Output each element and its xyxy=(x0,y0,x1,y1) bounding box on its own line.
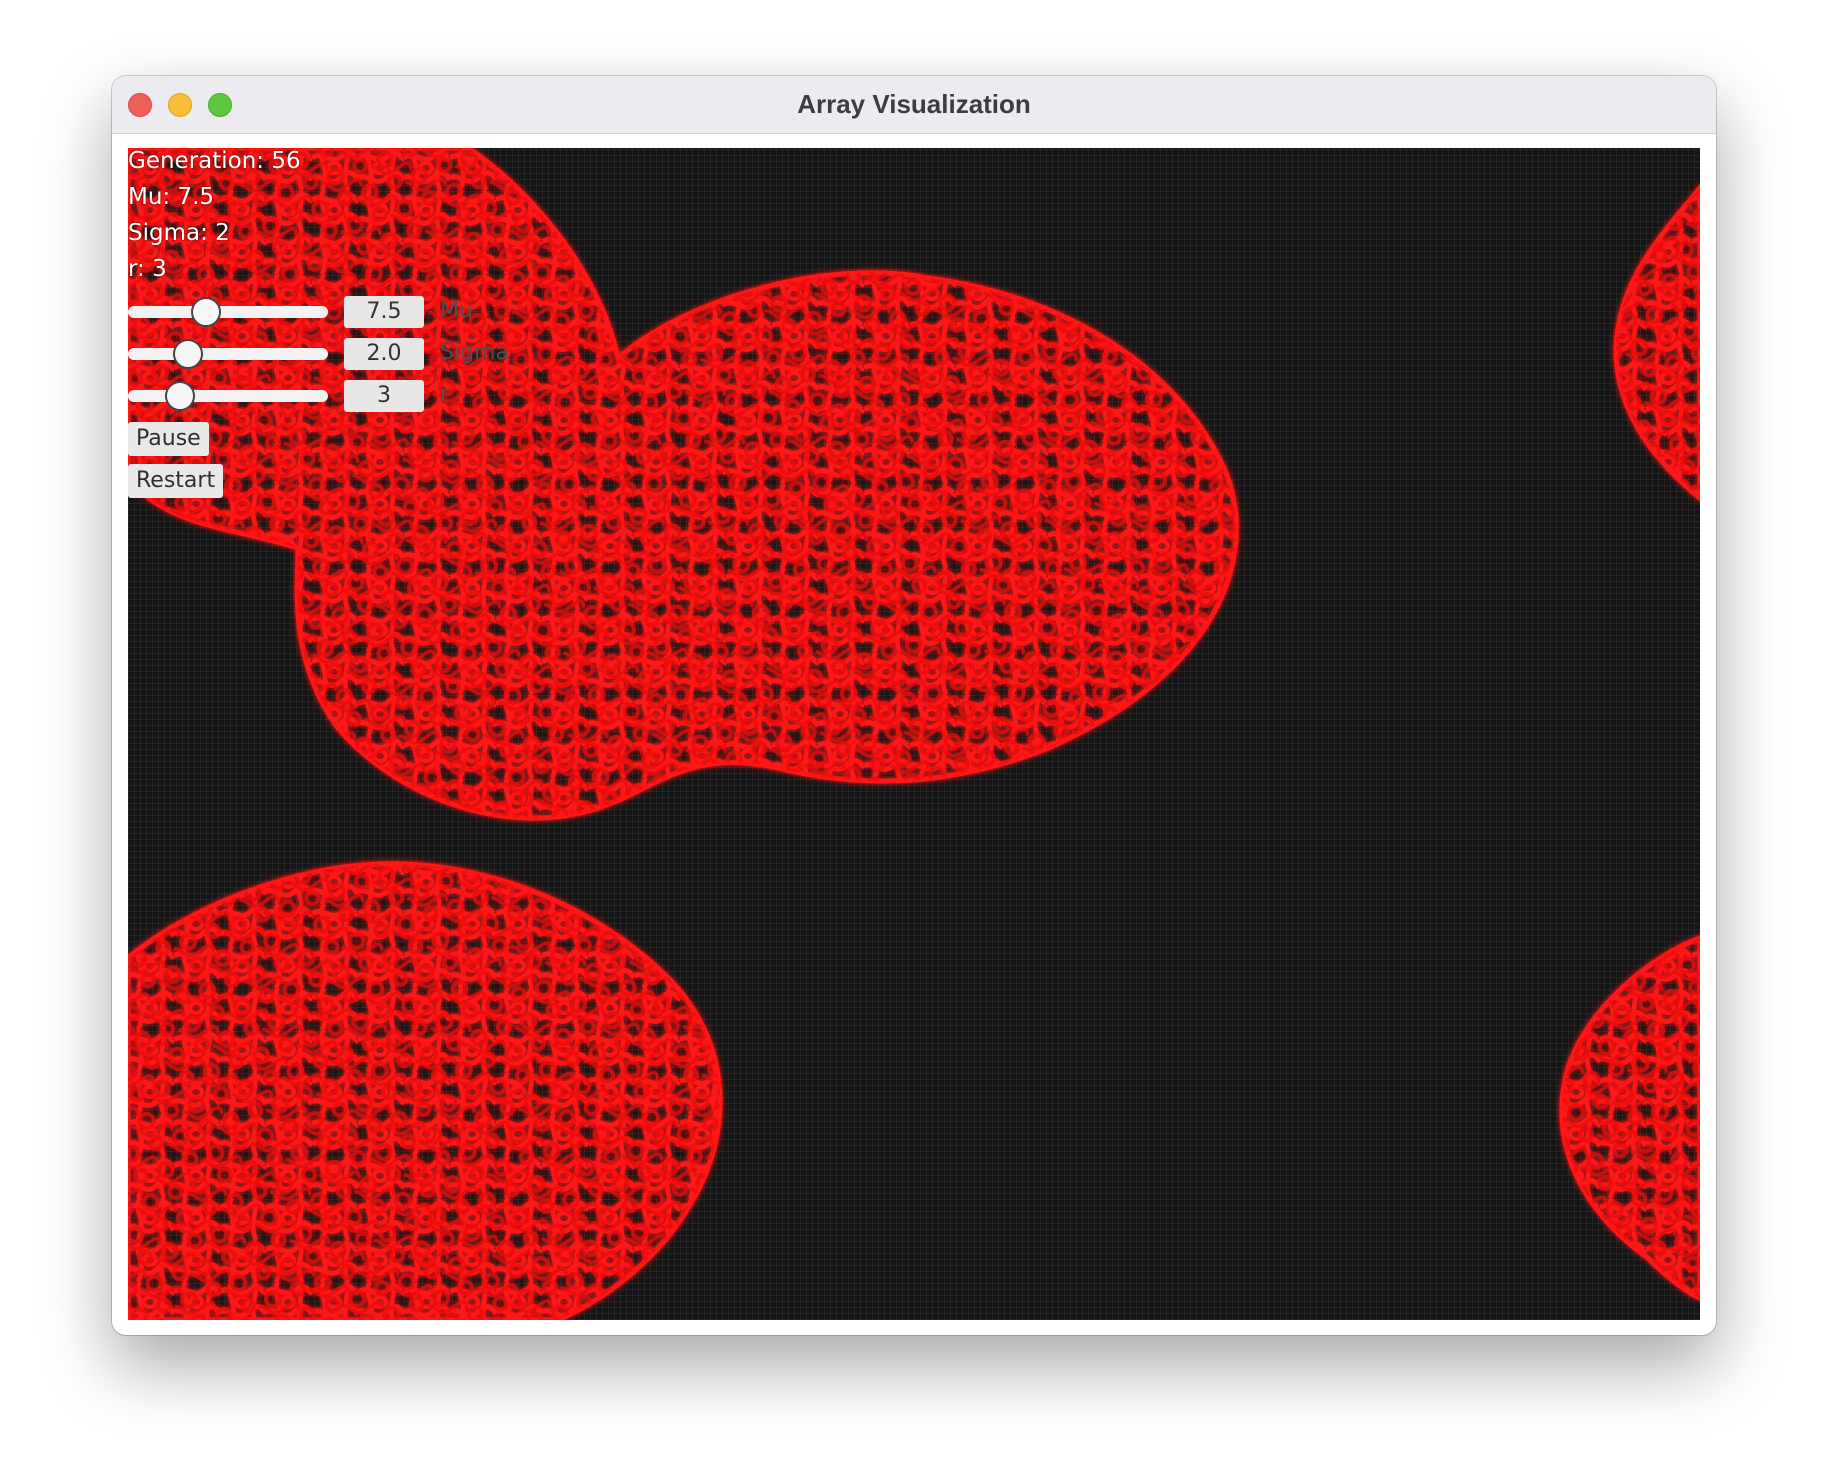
generation-label: Generation: 56 xyxy=(128,148,301,174)
window-title: Array Visualization xyxy=(797,89,1031,119)
title-bar[interactable]: Array Visualization xyxy=(112,76,1716,134)
r-slider-label: r xyxy=(440,382,450,407)
app-window: Array Visualization Generation: 56 Mu: 7… xyxy=(112,76,1716,1335)
r-slider-thumb[interactable] xyxy=(165,381,195,411)
restart-button[interactable]: Restart xyxy=(128,464,224,498)
r-slider-track[interactable] xyxy=(128,390,328,402)
simulation-canvas[interactable]: Generation: 56 Mu: 7.5 Sigma: 2 r: 3 7.5… xyxy=(128,148,1700,1320)
sigma-value-field[interactable]: 2.0 xyxy=(344,338,424,370)
mu-slider-thumb[interactable] xyxy=(191,297,221,327)
sigma-slider-track[interactable] xyxy=(128,348,328,360)
pause-button[interactable]: Pause xyxy=(128,422,209,456)
mu-slider-track[interactable] xyxy=(128,306,328,318)
r-value-field[interactable]: 3 xyxy=(344,380,424,412)
sigma-slider[interactable] xyxy=(128,339,328,369)
mu-value-field[interactable]: 7.5 xyxy=(344,296,424,328)
mu-slider-label: Mu xyxy=(440,298,473,323)
sigma-slider-label: Sigma xyxy=(440,340,509,365)
r-label: r: 3 xyxy=(128,256,167,282)
sigma-label: Sigma: 2 xyxy=(128,220,230,246)
mu-label: Mu: 7.5 xyxy=(128,184,215,210)
mu-slider[interactable] xyxy=(128,297,328,327)
r-slider[interactable] xyxy=(128,381,328,411)
sigma-slider-thumb[interactable] xyxy=(173,339,203,369)
